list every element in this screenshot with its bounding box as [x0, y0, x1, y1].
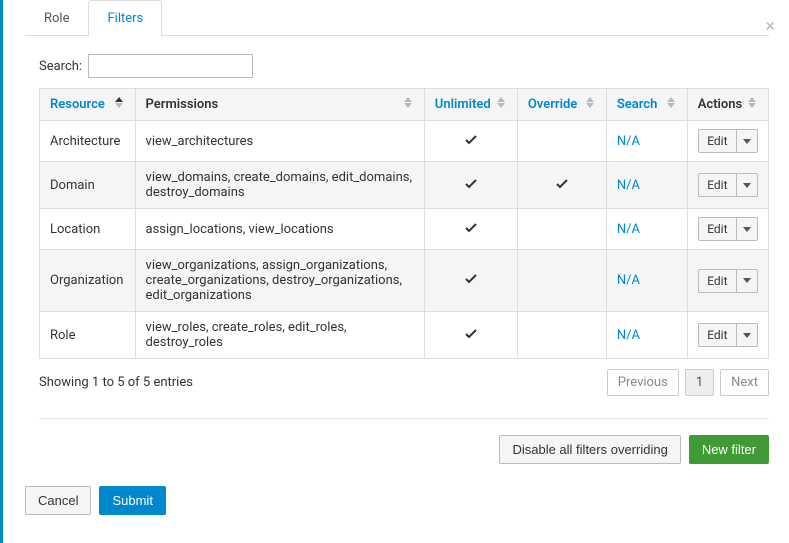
- tabs: Role Filters: [25, 0, 769, 36]
- cell-unlimited: [424, 121, 517, 162]
- col-search[interactable]: Search: [606, 89, 687, 121]
- col-override[interactable]: Override: [517, 89, 606, 121]
- cell-unlimited: [424, 250, 517, 312]
- pager-page-1[interactable]: 1: [685, 369, 714, 396]
- disable-override-button[interactable]: Disable all filters overriding: [499, 435, 680, 464]
- entries-info: Showing 1 to 5 of 5 entries: [39, 375, 193, 390]
- submit-button[interactable]: Submit: [99, 486, 165, 515]
- table-row: Roleview_roles, create_roles, edit_roles…: [40, 312, 769, 359]
- tab-filters[interactable]: Filters: [88, 0, 162, 36]
- col-resource[interactable]: Resource: [40, 89, 136, 121]
- search-row: Search:: [39, 54, 769, 78]
- sort-icon: [586, 97, 596, 108]
- cell-actions: Edit: [687, 209, 768, 250]
- cell-override: [517, 250, 606, 312]
- sort-icon: [667, 97, 677, 108]
- cell-permissions: view_architectures: [135, 121, 424, 162]
- table-row: Architectureview_architectures N/A Edit: [40, 121, 769, 162]
- search-label: Search:: [39, 59, 82, 74]
- check-icon: [465, 273, 477, 288]
- cell-search: N/A: [606, 312, 687, 359]
- sort-icon: [404, 97, 414, 108]
- col-search-label: Search: [617, 97, 658, 112]
- cell-override: [517, 162, 606, 209]
- chevron-down-icon: [743, 139, 751, 144]
- new-filter-button[interactable]: New filter: [689, 435, 769, 464]
- edit-dropdown[interactable]: [737, 323, 758, 347]
- pager-next[interactable]: Next: [720, 369, 769, 396]
- cell-permissions: view_organizations, assign_organizations…: [135, 250, 424, 312]
- filters-table: Resource Permissions: [39, 88, 769, 359]
- search-na-link[interactable]: N/A: [617, 222, 640, 237]
- check-icon: [465, 222, 477, 237]
- cell-override: [517, 209, 606, 250]
- cell-resource: Domain: [40, 162, 136, 209]
- edit-button[interactable]: Edit: [698, 173, 736, 197]
- chevron-down-icon: [743, 333, 751, 338]
- col-resource-label: Resource: [50, 97, 105, 112]
- check-icon: [465, 178, 477, 193]
- check-icon: [465, 134, 477, 149]
- cancel-button[interactable]: Cancel: [25, 486, 91, 515]
- cell-unlimited: [424, 162, 517, 209]
- col-override-label: Override: [528, 97, 577, 112]
- chevron-down-icon: [743, 183, 751, 188]
- cell-permissions: view_domains, create_domains, edit_domai…: [135, 162, 424, 209]
- table-row: Organizationview_organizations, assign_o…: [40, 250, 769, 312]
- cell-override: [517, 121, 606, 162]
- edit-dropdown[interactable]: [737, 217, 758, 241]
- edit-button[interactable]: Edit: [698, 269, 736, 293]
- cell-search: N/A: [606, 162, 687, 209]
- chevron-down-icon: [743, 227, 751, 232]
- cell-unlimited: [424, 312, 517, 359]
- pager-previous[interactable]: Previous: [607, 369, 679, 396]
- cell-actions: Edit: [687, 312, 768, 359]
- check-icon: [465, 328, 477, 343]
- sort-icon: [748, 97, 758, 108]
- edit-button[interactable]: Edit: [698, 129, 736, 153]
- edit-button[interactable]: Edit: [698, 323, 736, 347]
- table-row: Locationassign_locations, view_locations…: [40, 209, 769, 250]
- cell-resource: Location: [40, 209, 136, 250]
- search-input[interactable]: [88, 54, 253, 78]
- col-permissions[interactable]: Permissions: [135, 89, 424, 121]
- cell-permissions: view_roles, create_roles, edit_roles, de…: [135, 312, 424, 359]
- cell-resource: Architecture: [40, 121, 136, 162]
- tab-role[interactable]: Role: [25, 0, 88, 36]
- col-unlimited-label: Unlimited: [435, 97, 491, 112]
- cell-resource: Role: [40, 312, 136, 359]
- cell-resource: Organization: [40, 250, 136, 312]
- cell-actions: Edit: [687, 121, 768, 162]
- cell-override: [517, 312, 606, 359]
- pager: Previous 1 Next: [607, 369, 769, 396]
- sort-icon: [115, 97, 125, 108]
- divider: [39, 418, 769, 419]
- search-na-link[interactable]: N/A: [617, 134, 640, 149]
- close-icon[interactable]: ×: [765, 18, 775, 36]
- cell-search: N/A: [606, 121, 687, 162]
- table-row: Domainview_domains, create_domains, edit…: [40, 162, 769, 209]
- edit-dropdown[interactable]: [737, 173, 758, 197]
- cell-unlimited: [424, 209, 517, 250]
- sort-icon: [497, 97, 507, 108]
- cell-actions: Edit: [687, 250, 768, 312]
- search-na-link[interactable]: N/A: [617, 328, 640, 343]
- edit-dropdown[interactable]: [737, 129, 758, 153]
- search-na-link[interactable]: N/A: [617, 178, 640, 193]
- search-na-link[interactable]: N/A: [617, 273, 640, 288]
- cell-search: N/A: [606, 209, 687, 250]
- col-unlimited[interactable]: Unlimited: [424, 89, 517, 121]
- check-icon: [556, 178, 568, 193]
- cell-permissions: assign_locations, view_locations: [135, 209, 424, 250]
- edit-dropdown[interactable]: [737, 269, 758, 293]
- col-actions-label: Actions: [698, 97, 743, 112]
- cell-search: N/A: [606, 250, 687, 312]
- cell-actions: Edit: [687, 162, 768, 209]
- chevron-down-icon: [743, 278, 751, 283]
- col-permissions-label: Permissions: [146, 97, 219, 112]
- col-actions: Actions: [687, 89, 768, 121]
- edit-button[interactable]: Edit: [698, 217, 736, 241]
